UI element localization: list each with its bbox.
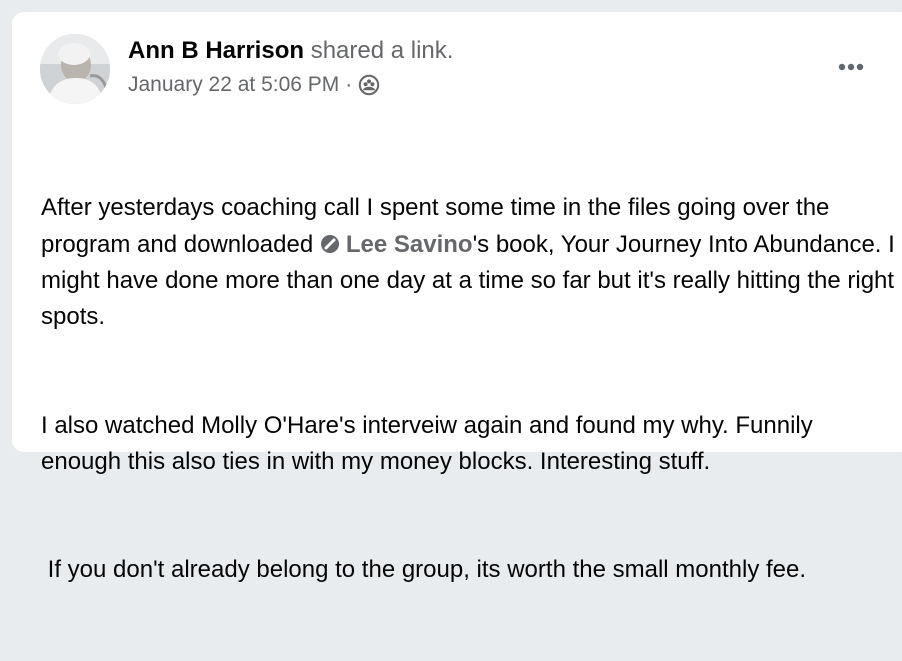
group-members-icon[interactable] xyxy=(358,74,380,96)
post-meta: January 22 at 5:06 PM · xyxy=(128,72,380,98)
post-card: Ann B Harrison shared a link. January 22… xyxy=(12,12,902,583)
avatar-photo-icon xyxy=(40,34,110,104)
post-text: After yesterdays coaching call I spent s… xyxy=(41,118,899,661)
post-paragraph-2: I also watched Molly O'Hare's interveiw … xyxy=(41,411,820,475)
mention-link-lee-savino[interactable]: Lee Savino xyxy=(320,231,473,258)
post-timestamp-link[interactable]: January 22 at 5:06 PM xyxy=(128,72,339,98)
post-paragraph-1: After yesterdays coaching call I spent s… xyxy=(41,190,899,335)
author-name-link[interactable]: Ann B Harrison xyxy=(128,37,304,64)
author-avatar[interactable] xyxy=(40,34,110,104)
post-paragraph-3: If you don't already belong to the group… xyxy=(41,556,807,584)
badge-icon xyxy=(320,229,340,253)
post-options-button[interactable] xyxy=(826,52,876,82)
mention-name: Lee Savino xyxy=(345,230,473,258)
post-header-line: Ann B Harrison shared a link. xyxy=(128,36,453,66)
post-action-text: shared a link. xyxy=(310,37,454,64)
meta-separator: · xyxy=(345,73,353,96)
ellipsis-icon xyxy=(838,63,864,71)
